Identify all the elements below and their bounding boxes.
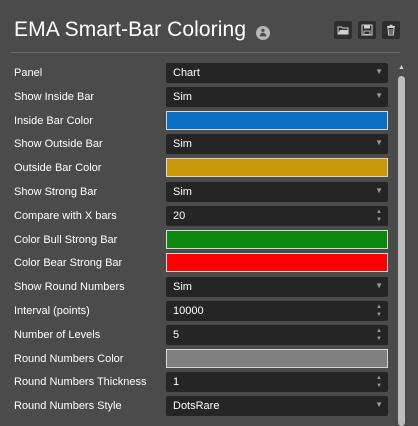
dropdown-arrow-icon[interactable]: ▼ xyxy=(375,91,383,100)
spin-down-icon[interactable]: ▼ xyxy=(376,383,382,389)
dropdown-arrow-icon[interactable]: ▼ xyxy=(375,67,383,76)
outside-bar-color-color-swatch[interactable] xyxy=(166,158,388,177)
setting-label: Inside Bar Color xyxy=(14,115,93,127)
panel-dropdown[interactable]: Chart ▼ xyxy=(166,63,388,83)
spin-down-icon[interactable]: ▼ xyxy=(376,217,382,223)
setting-label: Round Numbers Color xyxy=(14,353,124,365)
setting-value: Sim xyxy=(173,281,192,293)
setting-row-show-round-numbers: Show Round Numbers Sim ▼ xyxy=(0,277,395,299)
setting-value: 10000 xyxy=(173,305,204,317)
setting-label: Color Bull Strong Bar xyxy=(14,234,118,246)
info-icon[interactable] xyxy=(256,26,270,40)
setting-label: Show Strong Bar xyxy=(14,186,98,198)
save-icon[interactable] xyxy=(358,21,376,39)
setting-label: Interval (points) xyxy=(14,305,90,317)
setting-value: Sim xyxy=(173,91,192,103)
setting-label: Number of Levels xyxy=(14,329,101,341)
setting-value: 20 xyxy=(173,210,186,222)
setting-label: Outside Bar Color xyxy=(14,162,102,174)
setting-value: 5 xyxy=(173,329,180,341)
spin-up-icon[interactable]: ▲ xyxy=(376,304,382,310)
setting-label: Show Round Numbers xyxy=(14,281,125,293)
spin-up-icon[interactable]: ▲ xyxy=(376,209,382,215)
setting-row-show-inside-bar: Show Inside Bar Sim ▼ xyxy=(0,87,395,109)
spinner-arrows[interactable]: ▲ ▼ xyxy=(376,374,383,390)
compare-with-x-bars-number-input[interactable]: 20 ▲ ▼ xyxy=(166,206,388,226)
delete-icon[interactable] xyxy=(382,21,400,39)
dropdown-arrow-icon[interactable]: ▼ xyxy=(375,400,383,409)
setting-label: Show Inside Bar xyxy=(14,91,95,103)
spin-up-icon[interactable]: ▲ xyxy=(376,375,382,381)
show-strong-bar-dropdown[interactable]: Sim ▼ xyxy=(166,182,388,202)
setting-row-round-numbers-color: Round Numbers Color xyxy=(0,349,395,371)
setting-row-color-bear-strong-bar: Color Bear Strong Bar xyxy=(0,253,395,275)
show-outside-bar-dropdown[interactable]: Sim ▼ xyxy=(166,134,388,154)
setting-row-show-strong-bar: Show Strong Bar Sim ▼ xyxy=(0,182,395,204)
spinner-arrows[interactable]: ▲ ▼ xyxy=(376,303,383,319)
round-numbers-thickness-number-input[interactable]: 1 ▲ ▼ xyxy=(166,372,388,392)
setting-value: Chart xyxy=(173,67,200,79)
color-bull-strong-bar-color-swatch[interactable] xyxy=(166,230,388,249)
setting-row-compare-with-x-bars: Compare with X bars 20 ▲ ▼ xyxy=(0,206,395,228)
dropdown-arrow-icon[interactable]: ▼ xyxy=(375,138,383,147)
setting-row-color-bull-strong-bar: Color Bull Strong Bar xyxy=(0,230,395,252)
setting-row-number-of-levels: Number of Levels 5 ▲ ▼ xyxy=(0,325,395,347)
setting-label: Round Numbers Style xyxy=(14,400,122,412)
setting-value: Sim xyxy=(173,138,192,150)
round-numbers-style-dropdown[interactable]: DotsRare ▼ xyxy=(166,396,388,416)
setting-value: DotsRare xyxy=(173,400,220,412)
header-divider xyxy=(10,52,400,53)
setting-label: Panel xyxy=(14,67,43,79)
spinner-arrows[interactable]: ▲ ▼ xyxy=(376,208,383,224)
show-inside-bar-dropdown[interactable]: Sim ▼ xyxy=(166,87,388,107)
scrollbar[interactable]: ▲ xyxy=(396,64,408,426)
scroll-up-arrow-icon[interactable]: ▲ xyxy=(398,64,405,71)
dropdown-arrow-icon[interactable]: ▼ xyxy=(375,281,383,290)
setting-value: Sim xyxy=(173,186,192,198)
spinner-arrows[interactable]: ▲ ▼ xyxy=(376,327,383,343)
setting-row-panel: Panel Chart ▼ xyxy=(0,63,395,85)
setting-value: 1 xyxy=(173,376,180,388)
setting-row-round-numbers-style: Round Numbers Style DotsRare ▼ xyxy=(0,396,395,418)
panel-title: EMA Smart-Bar Coloring xyxy=(14,18,247,41)
color-bear-strong-bar-color-swatch[interactable] xyxy=(166,253,388,272)
interval-points-number-input[interactable]: 10000 ▲ ▼ xyxy=(166,301,388,321)
setting-label: Round Numbers Thickness xyxy=(14,376,147,388)
open-icon[interactable] xyxy=(334,21,352,39)
spin-down-icon[interactable]: ▼ xyxy=(376,336,382,342)
indicator-settings-panel: EMA Smart-Bar Coloring Panel Chart ▼ Sho… xyxy=(0,0,418,426)
setting-label: Show Outside Bar xyxy=(14,138,103,150)
setting-row-interval-points: Interval (points) 10000 ▲ ▼ xyxy=(0,301,395,323)
show-round-numbers-dropdown[interactable]: Sim ▼ xyxy=(166,277,388,297)
spin-up-icon[interactable]: ▲ xyxy=(376,328,382,334)
setting-row-show-outside-bar: Show Outside Bar Sim ▼ xyxy=(0,134,395,156)
setting-row-inside-bar-color: Inside Bar Color xyxy=(0,111,395,133)
number-of-levels-number-input[interactable]: 5 ▲ ▼ xyxy=(166,325,388,345)
spin-down-icon[interactable]: ▼ xyxy=(376,312,382,318)
round-numbers-color-color-swatch[interactable] xyxy=(166,349,388,368)
setting-row-outside-bar-color: Outside Bar Color xyxy=(0,158,395,180)
setting-label: Compare with X bars xyxy=(14,210,117,222)
dropdown-arrow-icon[interactable]: ▼ xyxy=(375,186,383,195)
setting-row-round-numbers-thickness: Round Numbers Thickness 1 ▲ ▼ xyxy=(0,372,395,394)
inside-bar-color-color-swatch[interactable] xyxy=(166,111,388,130)
scroll-thumb[interactable] xyxy=(398,76,405,426)
panel-header: EMA Smart-Bar Coloring xyxy=(0,0,418,54)
setting-label: Color Bear Strong Bar xyxy=(14,257,123,269)
